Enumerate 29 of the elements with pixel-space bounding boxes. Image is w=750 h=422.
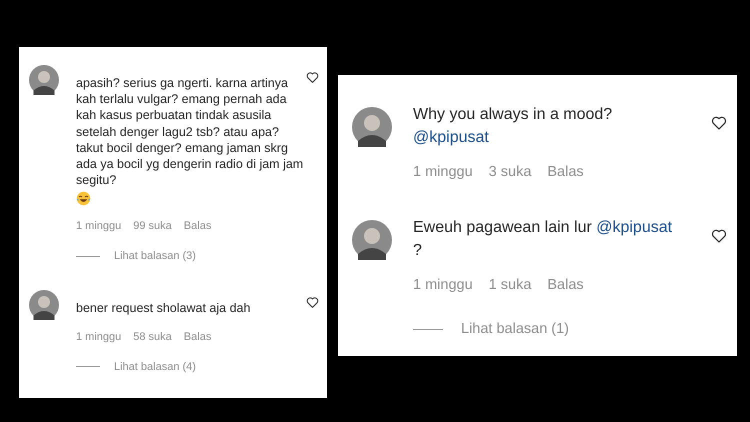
time-label: 1 minggu — [413, 277, 473, 293]
likes-count[interactable]: 3 suka — [488, 164, 532, 180]
view-replies-link[interactable]: Lihat balasan (3) — [114, 250, 196, 262]
reply-button[interactable]: Balas — [184, 330, 212, 343]
heart-icon[interactable] — [306, 296, 319, 310]
time-label: 1 minggu — [76, 330, 122, 343]
reply-button[interactable]: Balas — [547, 164, 584, 180]
time-label: 1 minggu — [413, 164, 473, 180]
likes-count[interactable]: 58 suka — [133, 330, 172, 343]
avatar-icon — [352, 220, 392, 260]
avatar-icon — [352, 107, 392, 147]
heart-icon[interactable] — [711, 228, 727, 244]
mention-link[interactable]: @kpipusat — [596, 219, 672, 236]
likes-count[interactable]: 99 suka — [133, 220, 172, 232]
avatar-icon — [29, 65, 59, 95]
heart-icon[interactable] — [711, 115, 727, 131]
view-replies-link[interactable]: Lihat balasan (1) — [461, 321, 570, 337]
time-label: 1 minggu — [76, 220, 122, 232]
heart-icon[interactable] — [306, 71, 319, 84]
view-replies-link[interactable]: Lihat balasan (4) — [114, 360, 196, 373]
comment-text: bener request sholawat aja dah — [76, 300, 252, 317]
comment-text: Eweuh pagawean lain lur @kpipusat ? — [413, 218, 674, 261]
reply-button[interactable]: Balas — [547, 277, 584, 293]
comment-text: apasih? serius ga ngerti. karna artinya kah terlalu vulgar? emang pernah ada kah kasus perbuatan tindak asusila setelah denger lagu2 tsb? atau apa? takut bocil denger? emang jaman skrg ada ya bocil yg dengerin radio di jam jam segitu? — [76, 75, 304, 188]
avatar-icon — [29, 290, 59, 320]
reply-button[interactable]: Balas — [184, 220, 212, 232]
mention-link[interactable]: @kpipusat — [413, 129, 489, 146]
comment-text: Why you always in a mood? @kpipusat — [413, 105, 614, 148]
likes-count[interactable]: 1 suka — [488, 277, 532, 293]
